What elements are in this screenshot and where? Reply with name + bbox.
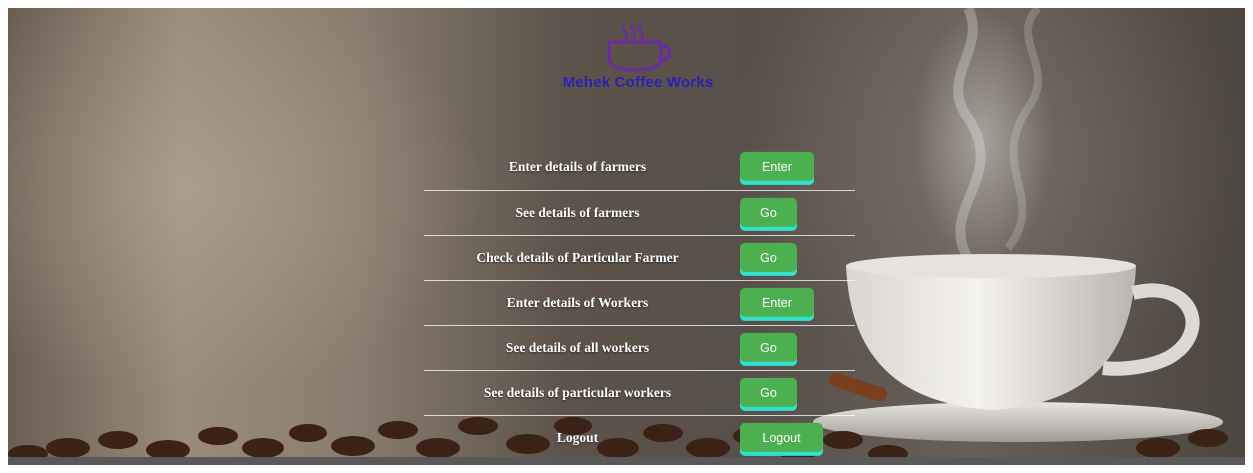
brand-logo: Mehek Coffee Works bbox=[543, 14, 733, 104]
go-button[interactable]: Go bbox=[740, 377, 797, 407]
menu-row-label: Enter details of Workers bbox=[506, 295, 649, 310]
menu-row-label: See details of all workers bbox=[505, 340, 650, 355]
menu-row: Enter details of Workers Enter bbox=[424, 281, 855, 326]
enter-button[interactable]: Enter bbox=[740, 287, 814, 317]
menu-row-label: Enter details of farmers bbox=[508, 159, 647, 174]
menu-row: Logout Logout bbox=[424, 416, 855, 461]
menu-row-label: See details of particular workers bbox=[483, 385, 672, 400]
page-edge bbox=[1245, 0, 1253, 473]
menu-row: Enter details of farmers Enter bbox=[424, 144, 855, 191]
menu-row-label: Logout bbox=[556, 430, 599, 445]
menu-row: See details of farmers Go bbox=[424, 191, 855, 236]
go-button[interactable]: Go bbox=[740, 332, 797, 362]
menu-row-label: See details of farmers bbox=[515, 205, 640, 220]
menu-row: See details of all workers Go bbox=[424, 326, 855, 371]
menu-row-label: Check details of Particular Farmer bbox=[476, 250, 679, 265]
menu-row: Check details of Particular Farmer Go bbox=[424, 236, 855, 281]
logout-button[interactable]: Logout bbox=[740, 422, 823, 452]
brand-name: Mehek Coffee Works bbox=[562, 74, 714, 91]
enter-button[interactable]: Enter bbox=[740, 151, 814, 181]
go-button[interactable]: Go bbox=[740, 197, 797, 227]
go-button[interactable]: Go bbox=[740, 242, 797, 272]
menu-row: See details of particular workers Go bbox=[424, 371, 855, 416]
hero-background: Mehek Coffee Works Enter details of farm… bbox=[8, 8, 1245, 465]
menu-list: Enter details of farmers Enter See details… bbox=[424, 144, 855, 461]
bottom-bar bbox=[8, 457, 1245, 465]
